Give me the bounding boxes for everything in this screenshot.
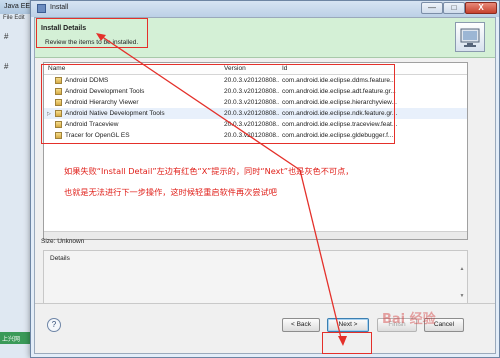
annotation-box-next [322, 332, 372, 354]
maximize-button[interactable]: □ [443, 2, 465, 14]
scroll-down-icon[interactable]: ▼ [459, 292, 465, 301]
horizontal-scrollbar[interactable] [44, 231, 467, 239]
details-label: Details [50, 255, 70, 262]
annotation-text-line-2: 也就是无法进行下一步操作，这时候轻重启软件再次尝试吧 [64, 187, 277, 197]
annotation-text-line-1: 如果失败“Install Detail”左边有红色“X”提示的，同时“Next”… [64, 166, 354, 176]
size-label: Size: Unknown [41, 238, 85, 245]
scroll-track[interactable] [459, 274, 465, 292]
dialog-title: Install [50, 4, 69, 11]
scroll-up-icon[interactable]: ▲ [459, 265, 465, 274]
annotation-box-header [36, 18, 148, 48]
next-button[interactable]: Next > [327, 318, 369, 332]
baidu-jingyan-watermark: Bai 经验 [382, 312, 436, 327]
help-button[interactable]: ? [47, 318, 61, 332]
back-button[interactable]: < Back [282, 318, 320, 332]
hash-icon[interactable]: # [4, 62, 8, 71]
details-scrollbar[interactable]: ▲ ▼ [459, 265, 465, 301]
annotation-box-items [41, 64, 395, 144]
install-dialog: Install — □ X Install Details Review the… [30, 0, 500, 358]
close-button[interactable]: X [465, 2, 497, 14]
install-wizard-icon [455, 22, 485, 52]
minimize-button[interactable]: — [421, 2, 443, 14]
details-panel: Details ▲ ▼ [43, 250, 468, 304]
hash-icon[interactable]: # [4, 32, 8, 41]
dialog-title-bar[interactable]: Install — □ X [31, 1, 499, 17]
eclipse-window-icon [37, 4, 46, 13]
